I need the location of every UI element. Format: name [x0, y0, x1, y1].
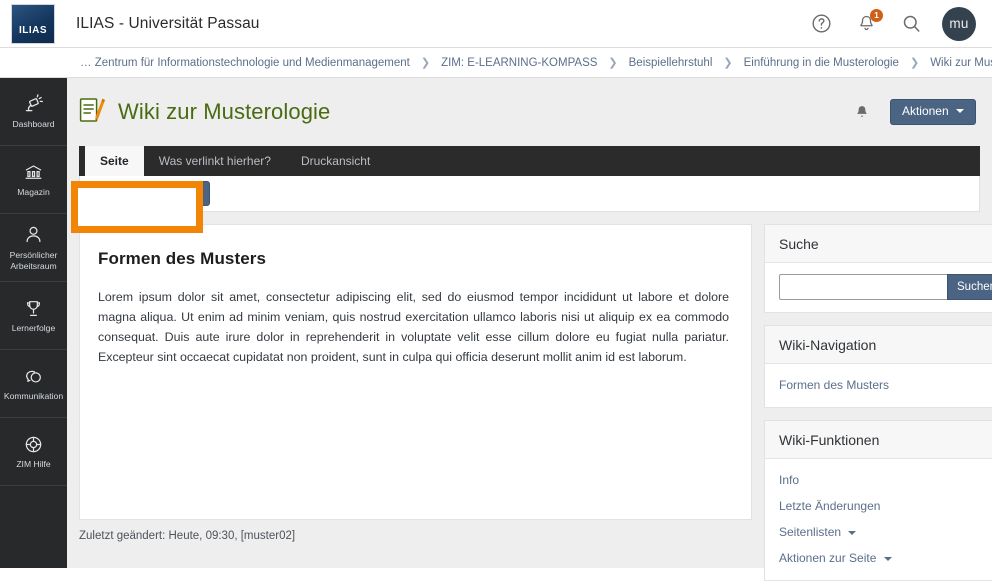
page-title: Wiki zur Musterologie	[118, 99, 331, 124]
page-header-actions: Aktionen	[848, 98, 976, 126]
breadcrumb-item-4[interactable]: Wiki zur Musterologie	[930, 57, 992, 69]
page-tabs: Seite Was verlinkt hierher? Druckansicht	[79, 146, 980, 176]
sidebar-item-magazin[interactable]: Magazin	[0, 146, 67, 214]
user-icon	[23, 224, 44, 246]
sidebar-label-magazin: Magazin	[17, 187, 50, 198]
search-button[interactable]	[897, 10, 925, 38]
notification-badge: 1	[870, 8, 883, 22]
sidebar-item-lernerfolge[interactable]: Lernerfolge	[0, 282, 67, 350]
page-notify-button[interactable]	[848, 98, 876, 126]
help-button[interactable]	[807, 10, 835, 38]
breadcrumb-item-1[interactable]: ZIM: E-LEARNING-KOMPASS	[441, 57, 597, 69]
notifications-button[interactable]: 1	[852, 8, 883, 38]
chevron-down-icon	[956, 109, 964, 114]
page-toolbar: Seite bearbeiten	[79, 176, 980, 212]
content-heading: Formen des Musters	[98, 249, 267, 268]
breadcrumb-separator: ❯	[909, 57, 920, 69]
search-input[interactable]	[779, 274, 947, 300]
wiki-funktionen-panel: Wiki-Funktionen Info Letzte Änderungen S…	[764, 420, 992, 581]
annotation-highlight-fill	[78, 188, 196, 226]
content-columns: Formen des Musters Lorem ipsum dolor sit…	[79, 224, 992, 581]
tab-seite-label: Seite	[100, 154, 129, 168]
function-link-info[interactable]: Info	[779, 470, 992, 490]
ilias-logo[interactable]: ILIAS	[11, 3, 55, 44]
avatar-initials: mu	[949, 16, 969, 31]
breadcrumb-separator: ❯	[723, 57, 733, 69]
chat-icon	[23, 365, 44, 387]
tab-druckansicht-label: Druckansicht	[300, 154, 371, 168]
function-link-aktionen-zur-seite[interactable]: Aktionen zur Seite	[779, 548, 992, 568]
sidebar-item-dashboard[interactable]: Dashboard	[0, 78, 67, 146]
wiki-funktionen-body: Info Letzte Änderungen Seitenlisten Akti…	[765, 459, 992, 580]
sidebar-label-kommunikation: Kommunikation	[3, 391, 64, 402]
function-link-seitenlisten-label: Seitenlisten	[779, 525, 842, 539]
trophy-icon	[23, 297, 44, 319]
function-link-letzte-aenderungen[interactable]: Letzte Änderungen	[779, 496, 992, 516]
search-icon	[903, 15, 920, 32]
question-circle-icon	[811, 14, 831, 33]
wiki-navigation-title: Wiki-Navigation	[765, 326, 992, 364]
sidebar-label-dashboard: Dashboard	[12, 119, 55, 130]
search-panel: Suche Suchen	[764, 224, 992, 313]
aktionen-button[interactable]: Aktionen	[889, 98, 976, 126]
function-link-aktionen-zur-seite-label: Aktionen zur Seite	[779, 551, 877, 565]
tab-was-verlinkt-hierher[interactable]: Was verlinkt hierher?	[144, 146, 286, 176]
wiki-content-card: Formen des Musters Lorem ipsum dolor sit…	[79, 224, 752, 520]
search-panel-body: Suchen	[765, 263, 992, 312]
sidebar-item-zim-hilfe[interactable]: ZIM Hilfe	[0, 418, 67, 486]
bell-icon	[857, 106, 867, 117]
wiki-page-icon	[79, 96, 107, 128]
function-link-seitenlisten[interactable]: Seitenlisten	[779, 522, 992, 542]
breadcrumb: … Zentrum für Informationstechnologie un…	[0, 48, 992, 78]
tab-seite[interactable]: Seite	[85, 146, 144, 176]
top-bar-actions: 1 mu	[807, 6, 992, 41]
main-area: Wiki zur Musterologie Aktionen Seite Was…	[67, 78, 992, 581]
sidebar-item-kommunikation[interactable]: Kommunikation	[0, 350, 67, 418]
breadcrumb-separator: ❯	[420, 57, 431, 69]
ilias-logo-text: ILIAS	[18, 24, 48, 36]
breadcrumb-item-0[interactable]: … Zentrum für Informationstechnologie un…	[80, 57, 410, 69]
search-panel-title: Suche	[765, 225, 992, 263]
page-header: Wiki zur Musterologie Aktionen	[67, 78, 992, 146]
sidebar-label-lernerfolge: Lernerfolge	[11, 323, 56, 334]
breadcrumb-separator: ❯	[608, 57, 618, 69]
avatar[interactable]: mu	[942, 6, 976, 41]
dashboard-icon	[23, 93, 44, 115]
breadcrumb-item-2[interactable]: Beispiellehrstuhl	[629, 57, 713, 69]
tab-druckansicht[interactable]: Druckansicht	[286, 146, 385, 176]
top-bar: ILIAS ILIAS - Universität Passau 1 mu	[0, 0, 992, 48]
aktionen-label: Aktionen	[901, 103, 949, 118]
sidebar-label-persoenlicher-arbeitsraum: Persönlicher Arbeitsraum	[9, 249, 58, 271]
left-sidebar: Dashboard Magazin Persönlicher Arbeitsra…	[0, 78, 67, 568]
suchen-button[interactable]: Suchen	[947, 274, 992, 300]
wiki-navigation-panel: Wiki-Navigation Formen des Musters	[764, 325, 992, 408]
nav-link-formen-des-musters[interactable]: Formen des Musters	[779, 375, 992, 395]
wiki-funktionen-title: Wiki-Funktionen	[765, 421, 992, 459]
tab-was-verlinkt-hierher-label: Was verlinkt hierher?	[158, 154, 271, 168]
breadcrumb-item-3[interactable]: Einführung in die Musterologie	[744, 57, 899, 69]
chevron-down-icon	[848, 530, 857, 535]
sidebar-item-persoenlicher-arbeitsraum[interactable]: Persönlicher Arbeitsraum	[0, 214, 67, 282]
brand-title: ILIAS - Universität Passau	[76, 14, 260, 32]
right-rail: Suche Suchen Wiki-Navigation Formen des …	[764, 224, 992, 581]
wiki-navigation-body: Formen des Musters	[765, 364, 992, 407]
search-row: Suchen	[779, 274, 992, 300]
lifebuoy-icon	[23, 433, 44, 455]
bank-icon	[23, 161, 44, 183]
sidebar-label-zim-hilfe: ZIM Hilfe	[16, 459, 51, 470]
chevron-down-icon	[883, 556, 892, 561]
content-paragraph: Lorem ipsum dolor sit amet, consectetur …	[98, 290, 729, 365]
